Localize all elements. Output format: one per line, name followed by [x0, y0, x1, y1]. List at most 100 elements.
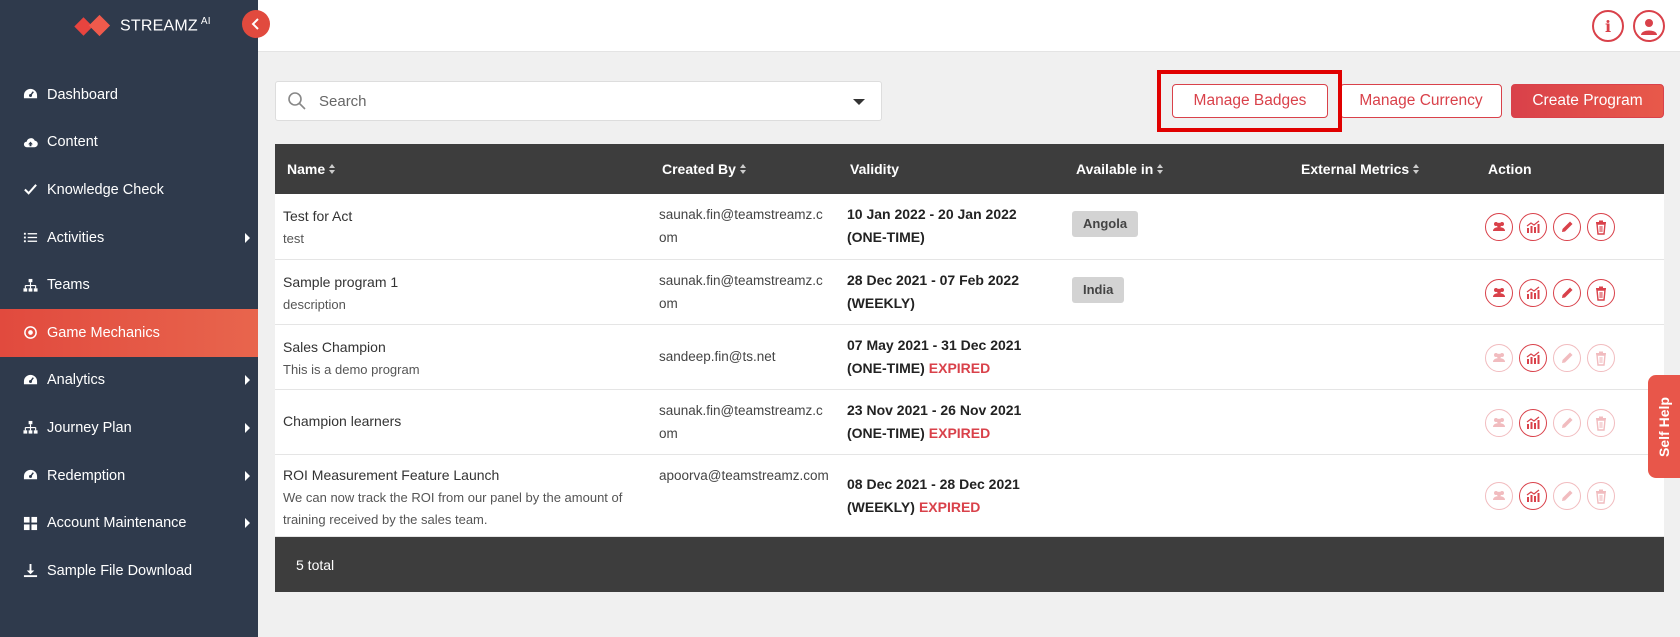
- sidebar-item-journey-plan[interactable]: Journey Plan: [0, 404, 258, 452]
- delete-icon: [1593, 285, 1609, 301]
- header-created-by[interactable]: Created By: [662, 161, 746, 177]
- streamz-logo-icon: [74, 14, 111, 37]
- sidebar: STREAMZ AI Dashboard Content Knowledge Chec…: [0, 0, 258, 637]
- sidebar-item-label: Dashboard: [47, 86, 118, 103]
- program-name: Test for Act: [283, 208, 353, 224]
- validity-frequency: (WEEKLY): [847, 295, 915, 311]
- validity-frequency: (ONE-TIME): [847, 425, 925, 441]
- info-icon[interactable]: i: [1592, 10, 1624, 42]
- sidebar-item-dashboard[interactable]: Dashboard: [0, 71, 258, 119]
- delete-button[interactable]: [1587, 213, 1615, 241]
- sidebar-item-content[interactable]: Content: [0, 119, 258, 167]
- team-button[interactable]: [1485, 482, 1513, 510]
- analytics-button[interactable]: [1519, 344, 1547, 372]
- search-box[interactable]: [275, 81, 882, 121]
- team-button[interactable]: [1485, 344, 1513, 372]
- users-icon: [1491, 415, 1507, 431]
- validity-cell: 07 May 2021 - 31 Dec 2021 (ONE-TIME) EXPIR…: [847, 334, 1057, 380]
- edit-icon: [1559, 488, 1575, 504]
- sidebar-item-label: Activities: [47, 229, 105, 246]
- header-available-in[interactable]: Available in: [1076, 161, 1164, 177]
- edit-button[interactable]: [1553, 279, 1581, 307]
- sidebar-item-account-maintenance[interactable]: Account Maintenance: [0, 499, 258, 547]
- bar-chart-icon: [1525, 285, 1541, 301]
- delete-button[interactable]: [1587, 482, 1615, 510]
- validity-cell: 23 Nov 2021 - 26 Nov 2021 (ONE-TIME) EXPIR…: [847, 399, 1057, 445]
- table-body: Test for Act test saunak.fin@teamstreamz.c…: [275, 194, 1664, 537]
- analytics-button[interactable]: [1519, 409, 1547, 437]
- analytics-button[interactable]: [1519, 213, 1547, 241]
- validity-frequency: (ONE-TIME): [847, 229, 925, 245]
- sort-icon[interactable]: [739, 164, 746, 174]
- header-name[interactable]: Name: [287, 161, 336, 177]
- users-icon: [1491, 350, 1507, 366]
- create-program-button[interactable]: Create Program: [1511, 84, 1664, 118]
- collapse-sidebar-button[interactable]: [242, 10, 270, 38]
- user-profile-icon[interactable]: [1633, 10, 1665, 42]
- sidebar-item-label: Account Maintenance: [47, 515, 187, 532]
- sidebar-item-redemption[interactable]: Redemption: [0, 452, 258, 500]
- sidebar-item-knowledge-check[interactable]: Knowledge Check: [0, 166, 258, 214]
- sort-icon[interactable]: [329, 164, 336, 174]
- table-row: ROI Measurement Feature Launch We can now…: [275, 455, 1664, 537]
- validity-cell: 10 Jan 2022 - 20 Jan 2022 (ONE-TIME): [847, 203, 1057, 249]
- team-button[interactable]: [1485, 213, 1513, 241]
- sidebar-item-activities[interactable]: Activities: [0, 214, 258, 262]
- program-description: We can now track the ROI from our panel …: [283, 490, 623, 527]
- validity-frequency: (WEEKLY): [847, 499, 915, 515]
- analytics-button[interactable]: [1519, 279, 1547, 307]
- edit-button[interactable]: [1553, 213, 1581, 241]
- action-cell: [1485, 409, 1615, 437]
- sidebar-item-sample-file-download[interactable]: Sample File Download: [0, 547, 258, 595]
- self-help-tab[interactable]: Self Help: [1648, 375, 1680, 478]
- search-dropdown-icon[interactable]: [853, 99, 865, 105]
- action-cell: [1485, 344, 1615, 372]
- validity-cell: 08 Dec 2021 - 28 Dec 2021 (WEEKLY) EXPIRED: [847, 473, 1057, 519]
- program-description: description: [283, 297, 346, 312]
- edit-button[interactable]: [1553, 409, 1581, 437]
- delete-button[interactable]: [1587, 279, 1615, 307]
- team-button[interactable]: [1485, 409, 1513, 437]
- delete-icon: [1593, 219, 1609, 235]
- sort-icon[interactable]: [1413, 164, 1420, 174]
- delete-button[interactable]: [1587, 344, 1615, 372]
- action-cell: [1485, 279, 1615, 307]
- created-by: sandeep.fin@ts.net: [659, 349, 776, 364]
- edit-button[interactable]: [1553, 344, 1581, 372]
- sort-icon[interactable]: [1157, 164, 1164, 174]
- validity-range: 23 Nov 2021 - 26 Nov 2021: [847, 402, 1022, 418]
- edit-icon: [1559, 350, 1575, 366]
- search-icon: [288, 92, 306, 110]
- sidebar-item-analytics[interactable]: Analytics: [0, 357, 258, 405]
- search-input[interactable]: [319, 92, 839, 110]
- program-name-cell: Sales Champion This is a demo program: [283, 336, 623, 381]
- topbar: i: [258, 0, 1680, 52]
- users-icon: [1491, 488, 1507, 504]
- country-chip: Angola: [1072, 211, 1139, 237]
- program-description: test: [283, 231, 304, 246]
- program-description: This is a demo program: [283, 362, 420, 377]
- validity-cell: 28 Dec 2021 - 07 Feb 2022 (WEEKLY): [847, 269, 1057, 315]
- bar-chart-icon: [1525, 219, 1541, 235]
- users-icon: [1491, 285, 1507, 301]
- edit-button[interactable]: [1553, 482, 1581, 510]
- list-icon: [22, 230, 38, 246]
- created-by: saunak.fin@teamstreamz.com: [659, 403, 823, 441]
- caret-right-icon: [245, 518, 250, 529]
- delete-button[interactable]: [1587, 409, 1615, 437]
- validity-range: 08 Dec 2021 - 28 Dec 2021: [847, 476, 1020, 492]
- program-name-cell: Champion learners: [283, 410, 623, 433]
- sidebar-item-game-mechanics[interactable]: Game Mechanics: [0, 308, 258, 357]
- program-name: Champion learners: [283, 413, 402, 429]
- team-button[interactable]: [1485, 279, 1513, 307]
- manage-badges-button[interactable]: Manage Badges: [1172, 84, 1328, 118]
- header-external-metrics[interactable]: External Metrics: [1301, 161, 1420, 177]
- table-row: Sample program 1 description saunak.fin@te…: [275, 260, 1664, 325]
- caret-right-icon: [245, 470, 250, 481]
- manage-currency-button[interactable]: Manage Currency: [1340, 84, 1502, 118]
- sidebar-item-teams[interactable]: Teams: [0, 261, 258, 309]
- available-in-cell: India: [1072, 277, 1125, 303]
- analytics-button[interactable]: [1519, 482, 1547, 510]
- check-icon: [22, 182, 38, 198]
- caret-right-icon: [245, 232, 250, 243]
